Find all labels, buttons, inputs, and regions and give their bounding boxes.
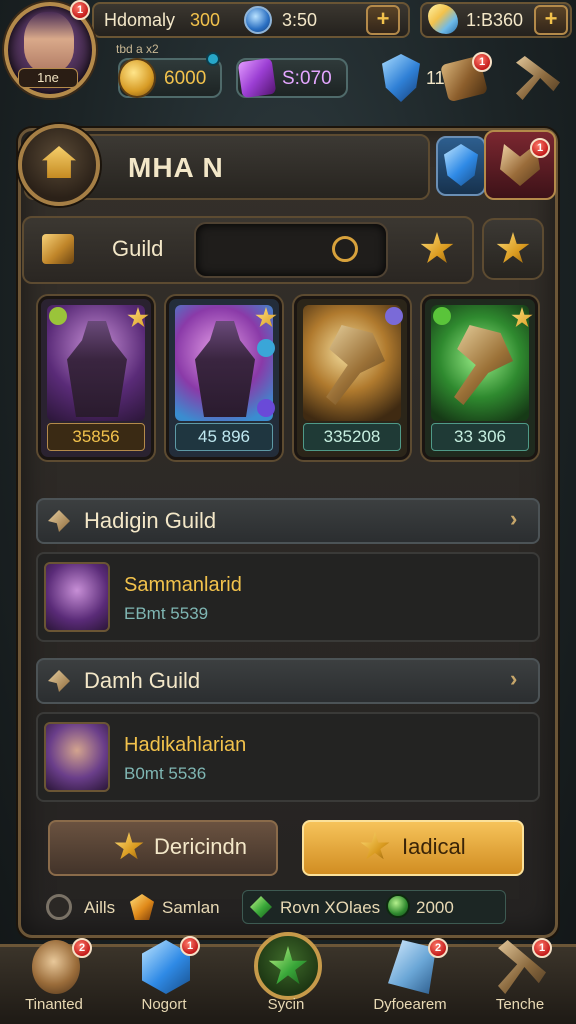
shield-icon[interactable]	[382, 54, 420, 102]
gold-amount: 6000	[164, 68, 207, 89]
status-pill-value: 2000	[416, 898, 454, 917]
nav-label: Tenche	[495, 996, 545, 1013]
search-icon[interactable]	[332, 236, 358, 262]
item-card-4[interactable]: 33 306	[422, 296, 538, 460]
decline-button-label: Dericindn	[154, 834, 247, 859]
member-avatar	[44, 722, 110, 792]
chevron-right-icon[interactable]: ›	[510, 506, 517, 532]
tab-guild[interactable]: Guild	[112, 236, 163, 262]
gear-badge-icon	[433, 307, 451, 325]
card-value: 335208	[303, 423, 401, 451]
nav-badge: 1	[532, 938, 552, 958]
gold-info-dot	[206, 52, 220, 66]
purple-cube-icon	[237, 57, 277, 99]
member-subtext: B0mt 5536	[124, 764, 207, 783]
gem-icon	[244, 6, 272, 34]
status-middle-label: Samlan	[162, 898, 220, 917]
avatar-portrait	[24, 12, 74, 72]
nav-badge: 2	[72, 938, 92, 958]
guild-section-title: Hadigin Guild	[84, 508, 217, 533]
orb-badge-icon	[257, 399, 275, 417]
nav-item-tinanted[interactable]: 2 Tinanted	[4, 938, 104, 1024]
nav-badge: 2	[428, 938, 448, 958]
gold-top-amount: 300	[190, 10, 221, 30]
chevron-right-icon[interactable]: ›	[510, 666, 517, 692]
nav-label: Sycin	[267, 996, 305, 1013]
nav-item-dyfoearem[interactable]: 2 Dyfoearem	[360, 938, 460, 1024]
guild-member-row[interactable]	[36, 712, 540, 802]
gear-badge-icon	[49, 307, 67, 325]
hero-card-2[interactable]: 45 896	[166, 296, 282, 460]
nav-item-tenche[interactable]: 1 Tenche	[470, 938, 570, 1024]
member-subtext: EBmt 5539	[124, 604, 209, 623]
avatar-notification-badge: 1	[70, 0, 90, 20]
radical-button-label: Iadical	[402, 834, 466, 859]
status-pill-label: Rovn XOlaes	[280, 898, 381, 917]
guild-member-row[interactable]	[36, 552, 540, 642]
nav-label: Nogort	[141, 996, 187, 1013]
emblem-notification-badge: 1	[530, 138, 550, 158]
avatar-level-label: 1ne	[18, 68, 78, 88]
hammer-icon[interactable]	[516, 56, 560, 100]
status-left-label: Aills	[84, 898, 116, 917]
add-energy-button[interactable]: +	[534, 5, 568, 35]
energy-amount: 1:B360	[466, 10, 524, 30]
status-circle-icon[interactable]	[46, 894, 72, 920]
nav-item-nogort[interactable]: 1 Nogort	[114, 936, 214, 1024]
nav-item-sycin[interactable]: Sycin	[236, 932, 336, 1024]
rune-badge-icon	[257, 339, 275, 357]
orb-badge-icon	[385, 307, 403, 325]
gold-coin-icon	[118, 58, 156, 98]
nav-badge: 1	[180, 936, 200, 956]
guild-section-title: Damh Guild	[84, 668, 201, 693]
add-currency-button[interactable]: +	[366, 5, 400, 35]
timer-text: 3:50	[282, 10, 318, 30]
nav-label: Tinanted	[25, 996, 83, 1013]
member-avatar	[44, 562, 110, 632]
nav-label: Dyfoearem	[373, 996, 447, 1013]
player-name: Hdomaly	[104, 10, 176, 30]
sub-label: tbd a x2	[116, 42, 159, 56]
guild-title: MHA N	[128, 152, 224, 183]
card-value: 35856	[47, 423, 145, 451]
card-value: 33 306	[431, 423, 529, 451]
chest-tab-icon	[42, 234, 74, 264]
chest-notification-badge: 1	[472, 52, 492, 72]
green-coin-icon	[386, 894, 410, 918]
purple-amount: S:070	[282, 68, 332, 89]
guild-search-input[interactable]	[194, 222, 388, 278]
card-value: 45 896	[175, 423, 273, 451]
member-name: Hadikahlarian	[124, 734, 247, 756]
member-name: Sammanlarid	[124, 574, 242, 596]
item-card-3[interactable]: 335208	[294, 296, 410, 460]
hero-card-1[interactable]: 35856	[38, 296, 154, 460]
